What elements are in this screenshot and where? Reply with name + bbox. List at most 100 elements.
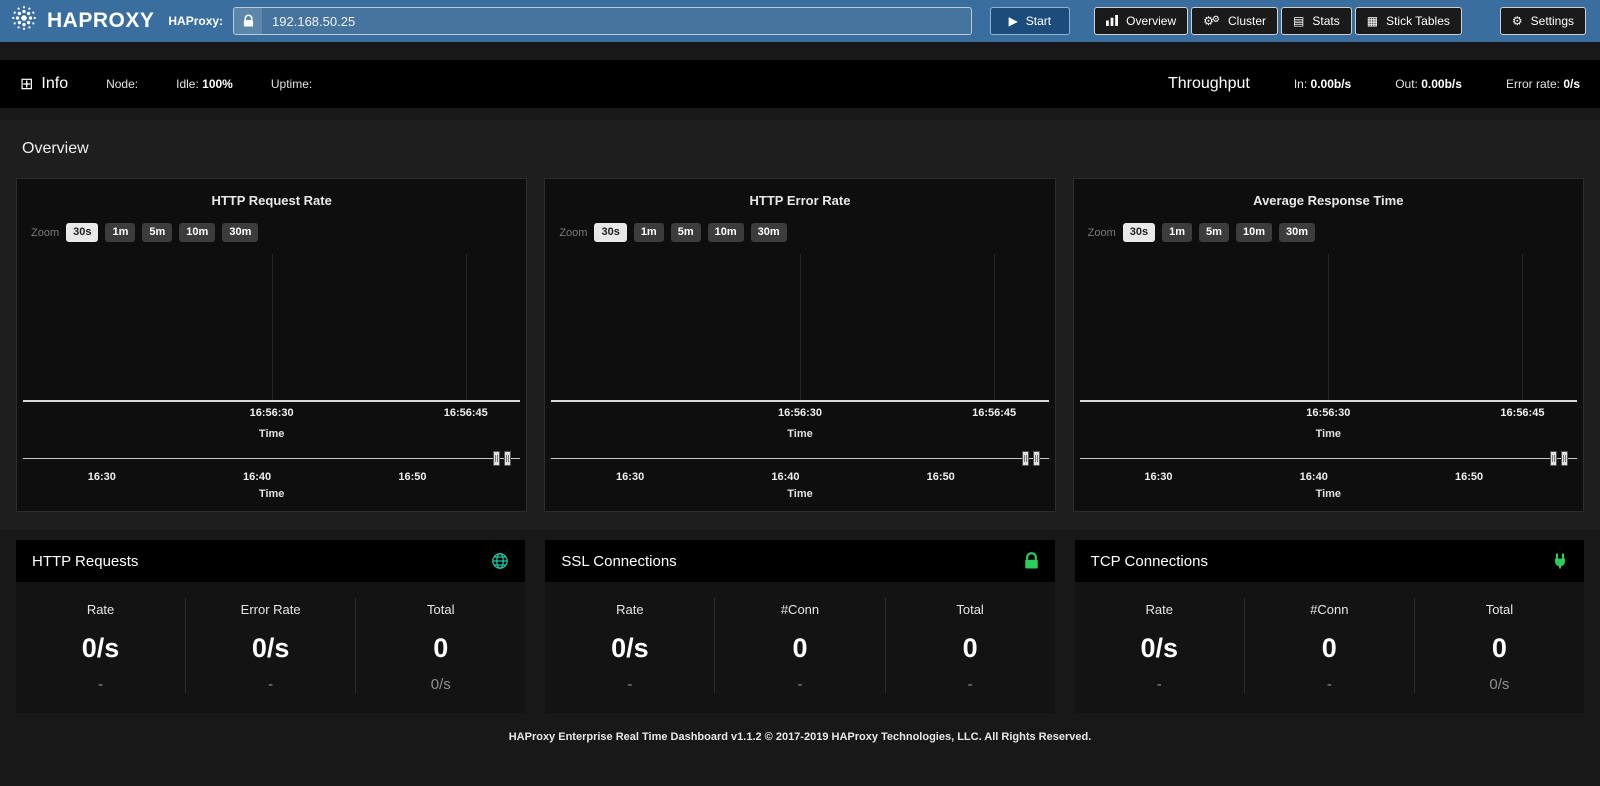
out-value: 0.00b/s (1421, 77, 1462, 91)
stat-value: 0 (356, 633, 525, 664)
haproxy-logo-icon (10, 4, 38, 38)
chart-navigator[interactable]: 16:30 16:40 16:50 Time (29, 449, 514, 497)
idle-value: 100% (202, 77, 233, 91)
gridline (994, 254, 995, 402)
stat-conn: #Conn 0 - (714, 598, 884, 693)
chart-panel-http-request-rate: HTTP Request Rate Zoom 30s 1m 5m 10m 30m… (16, 178, 527, 512)
out-label: Out: (1395, 77, 1418, 91)
error-rate-label: Error rate: (1506, 77, 1560, 91)
zoom-5m-button[interactable]: 5m (142, 223, 172, 242)
info-grid-icon: ⊞ (20, 74, 33, 94)
zoom-5m-button[interactable]: 5m (671, 223, 701, 242)
stat-sub: - (886, 676, 1055, 693)
x-axis-line (1080, 400, 1577, 402)
stat-total: Total 0 0/s (1414, 598, 1584, 693)
zoom-10m-button[interactable]: 10m (708, 223, 744, 242)
nav-stats-button[interactable]: ▤ Stats (1281, 7, 1352, 35)
zoom-30s-button[interactable]: 30s (66, 223, 98, 242)
nav-overview-label: Overview (1126, 14, 1176, 28)
zoom-30s-button[interactable]: 30s (1123, 223, 1155, 242)
x-axis-title: Time (557, 428, 1042, 440)
x-axis-title: Time (1086, 428, 1571, 440)
navigator-right-handle[interactable] (1561, 451, 1568, 466)
top-bar: HAPROXY HAProxy: ▶ Start Overview ⚙⚙ Clu… (0, 0, 1600, 42)
stat-sub: - (16, 676, 185, 693)
x-axis-line (23, 400, 520, 402)
card-header: HTTP Requests (16, 540, 525, 582)
x-tick: 16:56:45 (1500, 407, 1544, 419)
zoom-30m-button[interactable]: 30m (751, 223, 787, 242)
navigator-right-handle[interactable] (1033, 451, 1040, 466)
chart-navigator[interactable]: 16:30 16:40 16:50 Time (557, 449, 1042, 497)
chart-panel-avg-response-time: Average Response Time Zoom 30s 1m 5m 10m… (1073, 178, 1584, 512)
settings-label: Settings (1531, 14, 1574, 28)
stat-rate: Rate 0/s - (16, 598, 185, 693)
card-ssl-connections: SSL Connections Rate 0/s - #Conn 0 - Tot… (545, 540, 1054, 713)
x-tick: 16:56:45 (444, 407, 488, 419)
nav-cluster-button[interactable]: ⚙⚙ Cluster (1191, 7, 1278, 35)
zoom-label: Zoom (1088, 227, 1116, 239)
zoom-1m-button[interactable]: 1m (1162, 223, 1192, 242)
card-body: Rate 0/s - #Conn 0 - Total 0 0/s (1075, 582, 1584, 713)
address-field (233, 7, 972, 35)
node-info: Node: (106, 77, 138, 91)
navigator-tick: 16:30 (616, 471, 644, 483)
zoom-30s-button[interactable]: 30s (594, 223, 626, 242)
stat-label: Error Rate (186, 602, 355, 617)
stat-conn: #Conn 0 - (1244, 598, 1414, 693)
zoom-30m-button[interactable]: 30m (1279, 223, 1315, 242)
info-toggle[interactable]: ⊞ Info (20, 74, 68, 94)
navigator-left-handle[interactable] (1550, 451, 1557, 466)
navigator-left-handle[interactable] (1022, 451, 1029, 466)
settings-button[interactable]: ⚙ Settings (1500, 7, 1586, 35)
zoom-10m-button[interactable]: 10m (1236, 223, 1272, 242)
stat-label: Rate (16, 602, 185, 617)
stat-sub: - (715, 676, 884, 693)
address-input[interactable] (262, 14, 971, 29)
start-button[interactable]: ▶ Start (990, 7, 1071, 35)
zoom-5m-button[interactable]: 5m (1199, 223, 1229, 242)
error-rate-value: 0/s (1563, 77, 1580, 91)
stat-label: Rate (545, 602, 714, 617)
nav-stick-tables-button[interactable]: ▦ Stick Tables (1355, 7, 1462, 35)
stat-value: 0 (1245, 633, 1414, 664)
padlock-icon (1024, 552, 1039, 570)
navigator-tick: 16:40 (1300, 471, 1328, 483)
zoom-30m-button[interactable]: 30m (222, 223, 258, 242)
stat-label: Rate (1075, 602, 1244, 617)
zoom-1m-button[interactable]: 1m (105, 223, 135, 242)
navigator-right-handle[interactable] (504, 451, 511, 466)
navigator-axis-title: Time (1086, 488, 1571, 500)
navigator-tick: 16:50 (1455, 471, 1483, 483)
navigator-track (551, 458, 1048, 459)
stat-sub: - (186, 676, 355, 693)
gears-icon: ⚙⚙ (1203, 15, 1220, 27)
card-body: Rate 0/s - Error Rate 0/s - Total 0 0/s (16, 582, 525, 713)
zoom-label: Zoom (31, 227, 59, 239)
zoom-controls: Zoom 30s 1m 5m 10m 30m (1088, 223, 1571, 242)
stat-label: Total (356, 602, 525, 617)
nav-overview-button[interactable]: Overview (1094, 7, 1188, 35)
main-nav: Overview ⚙⚙ Cluster ▤ Stats ▦ Stick Tabl… (1094, 7, 1462, 35)
uptime-info: Uptime: (271, 77, 312, 91)
zoom-controls: Zoom 30s 1m 5m 10m 30m (559, 223, 1042, 242)
chart-title: HTTP Error Rate (557, 193, 1042, 208)
stat-rate: Rate 0/s - (545, 598, 714, 693)
stat-value: 0 (715, 633, 884, 664)
navigator-axis-title: Time (557, 488, 1042, 500)
throughput-out: Out: 0.00b/s (1395, 77, 1462, 91)
navigator-left-handle[interactable] (493, 451, 500, 466)
navigator-track (23, 458, 520, 459)
stat-total: Total 0 - (885, 598, 1055, 693)
zoom-label: Zoom (559, 227, 587, 239)
zoom-10m-button[interactable]: 10m (179, 223, 215, 242)
zoom-1m-button[interactable]: 1m (634, 223, 664, 242)
brand: HAPROXY (10, 4, 154, 38)
throughput-label: Throughput (1168, 75, 1250, 93)
chart-navigator[interactable]: 16:30 16:40 16:50 Time (1086, 449, 1571, 497)
x-axis-title: Time (29, 428, 514, 440)
plug-icon (1552, 553, 1568, 569)
card-title: HTTP Requests (32, 553, 138, 570)
x-tick: 16:56:45 (972, 407, 1016, 419)
overview-section: Overview HTTP Request Rate Zoom 30s 1m 5… (0, 120, 1600, 530)
